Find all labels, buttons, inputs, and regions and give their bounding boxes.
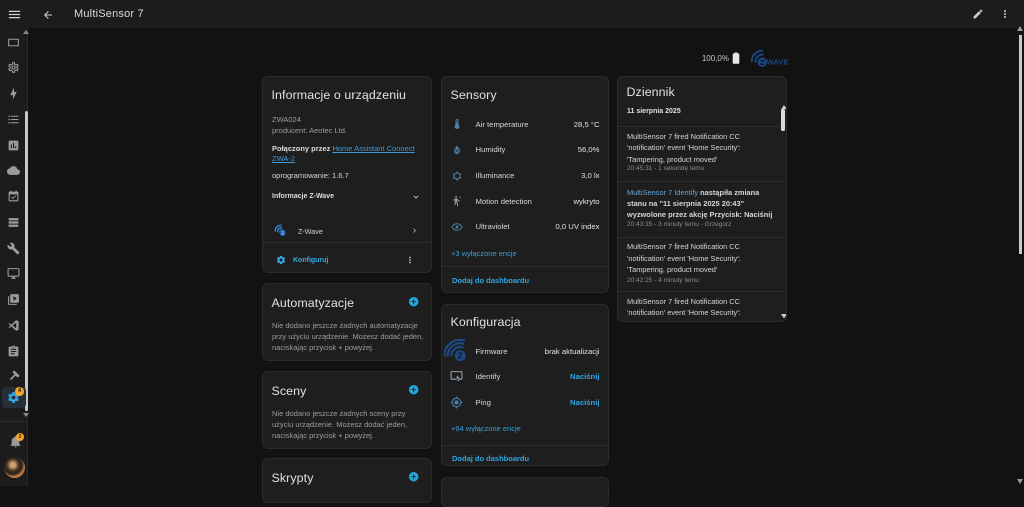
svg-text:Z: Z: [457, 351, 462, 360]
svg-text:Z: Z: [281, 231, 284, 236]
svg-text:Z: Z: [760, 58, 765, 67]
svg-text:WAVE: WAVE: [767, 58, 789, 67]
